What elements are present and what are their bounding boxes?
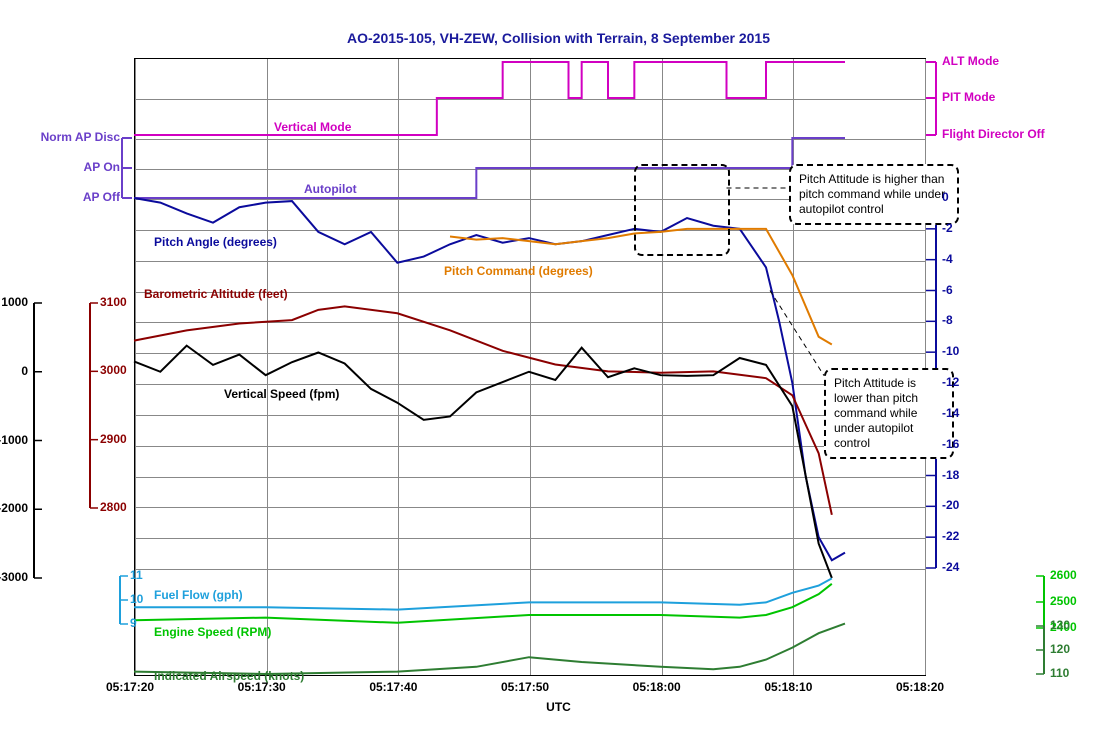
label-ff: Fuel Flow (gph) [154,588,243,602]
annot-lower: Pitch Attitude is lower than pitch comma… [824,368,954,459]
pitch-tick: -18 [942,468,959,482]
ff-tick: 11 [130,568,143,582]
ap-disc-label: Norm AP Disc [26,130,120,144]
pitch-tick: -14 [942,406,959,420]
pitch-tick: -22 [942,529,959,543]
pitch-tick: -24 [942,560,959,574]
x-tick: 05:18:20 [896,680,944,694]
vs-tick: -1000 [0,433,28,447]
chart-frame: AO-2015-105, VH-ZEW, Collision with Terr… [0,0,1117,729]
vs-tick: -3000 [0,570,28,584]
vs-tick: -2000 [0,501,28,515]
ias-tick: 120 [1050,642,1070,656]
ias-tick: 130 [1050,618,1070,632]
baro-tick: 2800 [100,500,127,514]
label-vs: Vertical Speed (fpm) [224,387,339,401]
x-axis-label: UTC [0,700,1117,714]
vs-tick: 1000 [1,295,28,309]
x-tick: 05:17:20 [106,680,154,694]
rpm-tick: 2500 [1050,594,1077,608]
pitch-tick: -10 [942,344,959,358]
x-tick: 05:18:00 [633,680,681,694]
pitch-tick: 0 [942,190,949,204]
x-tick: 05:17:40 [369,680,417,694]
ff-tick: 9 [130,616,137,630]
label-pitch-cmd: Pitch Command (degrees) [444,264,593,278]
label-rpm: Engine Speed (RPM) [154,625,271,639]
x-tick: 05:18:10 [764,680,812,694]
pitch-tick: -20 [942,498,959,512]
annot-higher: Pitch Attitude is higher than pitch comm… [789,164,959,225]
label-vmode: Vertical Mode [274,120,351,134]
label-pitch-angle: Pitch Angle (degrees) [154,235,277,249]
baro-tick: 3000 [100,363,127,377]
x-tick: 05:17:30 [238,680,286,694]
x-tick: 05:17:50 [501,680,549,694]
label-autopilot: Autopilot [304,182,357,196]
vmode-alt: ALT Mode [942,54,1109,68]
ap-on-label: AP On [26,160,120,174]
pitch-tick: -16 [942,437,959,451]
vs-tick: 0 [21,364,28,378]
rpm-tick: 2600 [1050,568,1077,582]
trace-layer [0,0,1117,729]
vmode-fdoff: Flight Director Off [942,127,1109,141]
pitch-tick: -6 [942,283,953,297]
annot-region-higher [634,164,730,256]
pitch-tick: -12 [942,375,959,389]
pitch-tick: -8 [942,313,953,327]
pitch-tick: -2 [942,221,953,235]
ias-tick: 110 [1050,666,1069,680]
ap-off-label: AP Off [26,190,120,204]
baro-tick: 2900 [100,432,127,446]
vmode-pit: PIT Mode [942,90,1109,104]
label-baro: Barometric Altitude (feet) [144,287,288,301]
baro-tick: 3100 [100,295,127,309]
ff-tick: 10 [130,592,143,606]
pitch-tick: -4 [942,252,953,266]
